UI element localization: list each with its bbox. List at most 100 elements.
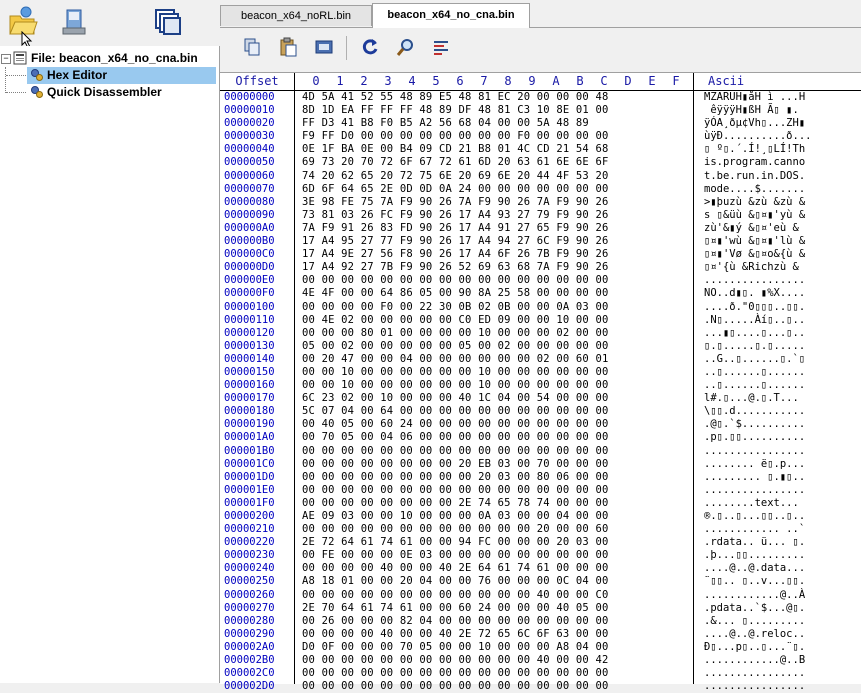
row-ascii[interactable]: ......... ▯.▮▯.. xyxy=(704,471,805,484)
row-hex-bytes[interactable]: 00 4E 02 00 00 00 00 00 C0 ED 09 00 00 1… xyxy=(302,314,609,327)
row-ascii[interactable]: is.program.canno xyxy=(704,156,805,169)
hex-row[interactable]: 000001E0 00 00 00 00 00 00 00 00 00 00 00… xyxy=(220,484,861,497)
hex-row[interactable]: 000002C0 00 00 00 00 00 00 00 00 00 00 00… xyxy=(220,667,861,680)
row-hex-bytes[interactable]: 00 40 05 00 60 24 00 00 00 00 00 00 00 0… xyxy=(302,418,609,431)
row-hex-bytes[interactable]: 00 00 00 00 00 00 00 00 00 00 00 00 40 0… xyxy=(302,654,609,667)
row-ascii[interactable]: ............ ..` xyxy=(704,523,805,536)
row-ascii[interactable]: ........ ë▯.p... xyxy=(704,458,805,471)
hex-row[interactable]: 00000140 00 20 47 00 00 04 00 00 00 00 00… xyxy=(220,353,861,366)
hex-view[interactable]: Offset 0 1 2 3 4 5 6 7 8 9 A B C D E F A… xyxy=(220,72,861,692)
row-ascii[interactable]: ¨▯▯.. ▯..v...▯▯. xyxy=(704,575,805,588)
row-ascii[interactable]: ÿÓA¸ðµ¢Vh▯...ZH▮ xyxy=(704,117,805,130)
hex-row[interactable]: 000001D0 00 00 00 00 00 00 00 00 00 20 03… xyxy=(220,471,861,484)
row-ascii[interactable]: MZARUH▮åH ì ...H xyxy=(704,91,805,104)
hex-row[interactable]: 00000260 00 00 00 00 00 00 00 00 00 00 00… xyxy=(220,589,861,602)
row-ascii[interactable]: ................ xyxy=(704,680,805,693)
row-hex-bytes[interactable]: 6C 23 02 00 10 00 00 00 40 1C 04 00 54 0… xyxy=(302,392,609,405)
row-ascii[interactable]: ............@..B xyxy=(704,654,805,667)
hex-row[interactable]: 00000170 6C 23 02 00 10 00 00 00 40 1C 04… xyxy=(220,392,861,405)
row-ascii[interactable]: ùÿÐ..........ð... xyxy=(704,130,811,143)
row-hex-bytes[interactable]: 17 A4 95 27 77 F9 90 26 17 A4 94 27 6C F… xyxy=(302,235,609,248)
row-hex-bytes[interactable]: D0 0F 00 00 00 70 05 00 00 10 00 00 00 A… xyxy=(302,641,609,654)
row-hex-bytes[interactable]: 2E 72 64 61 74 61 00 00 94 FC 00 00 00 2… xyxy=(302,536,609,549)
row-ascii[interactable]: ................ xyxy=(704,484,805,497)
row-ascii[interactable]: \▯▯.d........... xyxy=(704,405,805,418)
row-ascii[interactable]: mode....$....... xyxy=(704,183,805,196)
row-ascii[interactable]: s ▯&üù &▯¤▮'yù & xyxy=(704,209,805,222)
row-ascii[interactable]: NO..d▮▯. ▮%X.... xyxy=(704,287,805,300)
hex-row[interactable]: 00000100 00 00 00 00 F0 00 22 30 0B 02 0B… xyxy=(220,301,861,314)
row-ascii[interactable]: ....ð."0▯▯▯..▯▯. xyxy=(704,301,805,314)
row-ascii[interactable]: ............@..À xyxy=(704,589,805,602)
row-hex-bytes[interactable]: 00 26 00 00 00 82 04 00 00 00 00 00 00 0… xyxy=(302,615,609,628)
row-hex-bytes[interactable]: 05 00 02 00 00 00 00 00 05 00 02 00 00 0… xyxy=(302,340,609,353)
row-hex-bytes[interactable]: 7A F9 91 26 83 FD 90 26 17 A4 91 27 65 F… xyxy=(302,222,609,235)
row-hex-bytes[interactable]: 0E 1F BA 0E 00 B4 09 CD 21 B8 01 4C CD 2… xyxy=(302,143,609,156)
hex-row[interactable]: 00000010 8D 1D EA FF FF FF 48 89 DF 48 81… xyxy=(220,104,861,117)
hex-row[interactable]: 000002D0 00 00 00 00 00 00 00 00 00 00 00… xyxy=(220,680,861,693)
row-hex-bytes[interactable]: 3E 98 FE 75 7A F9 90 26 7A F9 90 26 7A F… xyxy=(302,196,609,209)
search-icon[interactable] xyxy=(396,37,416,57)
hex-row[interactable]: 00000160 00 00 10 00 00 00 00 00 00 10 00… xyxy=(220,379,861,392)
hex-row[interactable]: 000000A0 7A F9 91 26 83 FD 90 26 17 A4 91… xyxy=(220,222,861,235)
hex-row[interactable]: 000000F0 4E 4F 00 00 64 86 05 00 90 8A 25… xyxy=(220,287,861,300)
row-ascii[interactable]: .rdata.. ü... ▯. xyxy=(704,536,805,549)
row-ascii[interactable]: .þ...▯▯......... xyxy=(704,549,805,562)
hex-row[interactable]: 000000C0 17 A4 9E 27 56 F8 90 26 17 A4 6F… xyxy=(220,248,861,261)
row-hex-bytes[interactable]: 00 00 00 00 00 00 00 00 00 00 00 00 20 0… xyxy=(302,523,609,536)
hex-row[interactable]: 000000E0 00 00 00 00 00 00 00 00 00 00 00… xyxy=(220,274,861,287)
row-ascii[interactable]: ................ xyxy=(704,445,805,458)
row-hex-bytes[interactable]: 00 00 00 00 00 00 00 00 00 20 03 00 80 0… xyxy=(302,471,609,484)
hex-row[interactable]: 00000090 73 81 03 26 FC F9 90 26 17 A4 93… xyxy=(220,209,861,222)
hex-row[interactable]: 00000230 00 FE 00 00 00 0E 03 00 00 00 00… xyxy=(220,549,861,562)
hex-row[interactable]: 00000240 00 00 00 00 40 00 00 40 2E 64 61… xyxy=(220,562,861,575)
save-file-icon[interactable] xyxy=(58,4,90,38)
hex-row[interactable]: 000000B0 17 A4 95 27 77 F9 90 26 17 A4 94… xyxy=(220,235,861,248)
row-hex-bytes[interactable]: 00 00 00 00 F0 00 22 30 0B 02 0B 00 00 0… xyxy=(302,301,609,314)
tab-beacon-x64-no-cna[interactable]: beacon_x64_no_cna.bin xyxy=(372,3,530,28)
row-hex-bytes[interactable]: 00 00 00 00 00 00 00 00 00 00 00 00 00 0… xyxy=(302,445,609,458)
row-hex-bytes[interactable]: FF D3 41 B8 F0 B5 A2 56 68 04 00 00 5A 4… xyxy=(302,117,595,130)
hex-row[interactable]: 000002A0 D0 0F 00 00 00 70 05 00 00 10 00… xyxy=(220,641,861,654)
row-ascii[interactable]: ....@..@.data... xyxy=(704,562,805,575)
hex-row[interactable]: 00000190 00 40 05 00 60 24 00 00 00 00 00… xyxy=(220,418,861,431)
hex-row[interactable]: 000000D0 17 A4 92 27 7B F9 90 26 52 69 63… xyxy=(220,261,861,274)
row-ascii[interactable]: ..▯......▯...... xyxy=(704,379,805,392)
row-ascii[interactable]: .N▯.....Àí▯..▯.. xyxy=(704,314,805,327)
hex-rows[interactable]: 00000000 4D 5A 41 52 55 48 89 E5 48 81 EC… xyxy=(220,91,861,693)
collapse-icon[interactable]: − xyxy=(1,54,11,64)
row-ascii[interactable]: >▮þuzù &zù &zù & xyxy=(704,196,805,209)
hex-row[interactable]: 00000180 5C 07 04 00 64 00 00 00 00 00 00… xyxy=(220,405,861,418)
hex-row[interactable]: 00000080 3E 98 FE 75 7A F9 90 26 7A F9 90… xyxy=(220,196,861,209)
row-ascii[interactable]: ▯¤'{ù &Richzù & xyxy=(704,261,799,274)
row-hex-bytes[interactable]: 17 A4 9E 27 56 F8 90 26 17 A4 6F 26 7B F… xyxy=(302,248,609,261)
windows-icon[interactable] xyxy=(152,4,184,38)
row-hex-bytes[interactable]: 00 00 00 00 00 00 00 00 00 00 00 00 00 0… xyxy=(302,484,609,497)
row-hex-bytes[interactable]: 8D 1D EA FF FF FF 48 89 DF 48 81 C3 10 8… xyxy=(302,104,609,117)
hex-row[interactable]: 00000120 00 00 00 80 01 00 00 00 00 10 00… xyxy=(220,327,861,340)
hex-row[interactable]: 000001F0 00 00 00 00 00 00 00 00 2E 74 65… xyxy=(220,497,861,510)
row-hex-bytes[interactable]: AE 09 03 00 00 10 00 00 00 0A 03 00 00 0… xyxy=(302,510,609,523)
hex-row[interactable]: 00000050 69 73 20 70 72 6F 67 72 61 6D 20… xyxy=(220,156,861,169)
select-icon[interactable] xyxy=(314,37,334,57)
row-ascii[interactable]: êÿÿÿH▮ßH Ã▯ ▮. xyxy=(704,104,799,117)
row-ascii[interactable]: .@▯.`$.......... xyxy=(704,418,805,431)
row-hex-bytes[interactable]: 00 00 00 00 40 00 00 40 2E 72 65 6C 6F 6… xyxy=(302,628,609,641)
row-hex-bytes[interactable]: 2E 70 64 61 74 61 00 00 60 24 00 00 00 4… xyxy=(302,602,609,615)
row-hex-bytes[interactable]: F9 FF D0 00 00 00 00 00 00 00 00 F0 00 0… xyxy=(302,130,609,143)
hex-row[interactable]: 00000150 00 00 10 00 00 00 00 00 00 10 00… xyxy=(220,366,861,379)
row-hex-bytes[interactable]: 00 00 00 00 00 00 00 00 00 00 00 00 40 0… xyxy=(302,589,609,602)
row-hex-bytes[interactable]: 00 00 00 00 00 00 00 00 2E 74 65 78 74 0… xyxy=(302,497,609,510)
row-ascii[interactable]: .pdata..`$...@▯. xyxy=(704,602,805,615)
hex-row[interactable]: 000001C0 00 00 00 00 00 00 00 00 20 EB 03… xyxy=(220,458,861,471)
row-hex-bytes[interactable]: 00 00 00 00 00 00 00 00 20 EB 03 00 70 0… xyxy=(302,458,609,471)
row-hex-bytes[interactable]: 00 00 00 00 00 00 00 00 00 00 00 00 00 0… xyxy=(302,667,609,680)
row-ascii[interactable]: ................ xyxy=(704,667,805,680)
row-ascii[interactable]: ..G..▯......▯.`▯ xyxy=(704,353,805,366)
row-ascii[interactable]: .p▯.▯▯.......... xyxy=(704,431,805,444)
row-hex-bytes[interactable]: 00 FE 00 00 00 0E 03 00 00 00 00 00 00 0… xyxy=(302,549,609,562)
row-hex-bytes[interactable]: 5C 07 04 00 64 00 00 00 00 00 00 00 00 0… xyxy=(302,405,609,418)
row-hex-bytes[interactable]: 00 20 47 00 00 04 00 00 00 00 00 00 02 0… xyxy=(302,353,609,366)
hex-row[interactable]: 00000070 6D 6F 64 65 2E 0D 0D 0A 24 00 00… xyxy=(220,183,861,196)
hex-row[interactable]: 00000250 A8 18 01 00 00 20 04 00 00 76 00… xyxy=(220,575,861,588)
